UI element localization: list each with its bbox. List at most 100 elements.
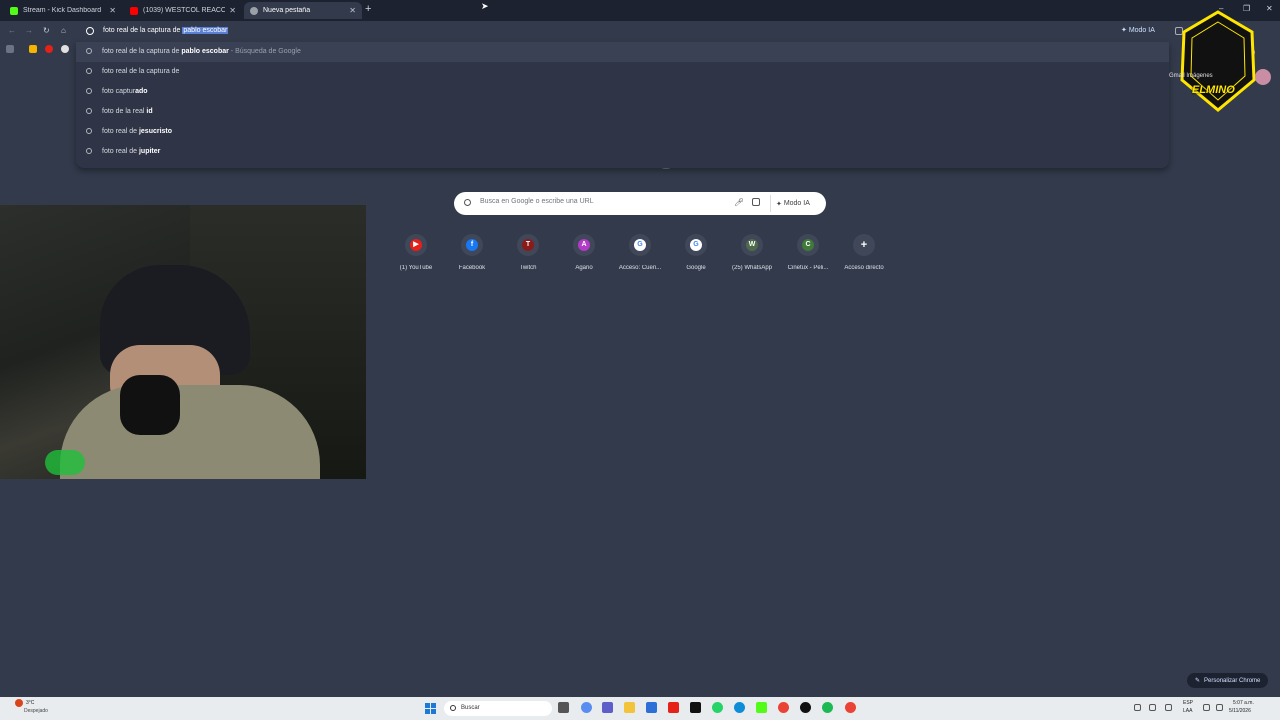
omnibox-input[interactable]: foto real de la captura de pablo escobar (103, 27, 229, 34)
tab-youtube[interactable]: (1039) WESTCOL REACCIONA A ✕ (124, 2, 242, 19)
shortcut-label: Acceso directo (844, 265, 884, 271)
search-placeholder: Busca en Google o escribe una URL (480, 198, 594, 205)
close-window-icon[interactable]: ✕ (1266, 4, 1273, 13)
omnibox-typed: foto real de la captura de (103, 27, 183, 34)
shortcut-whatsapp[interactable]: W (25) WhatsApp (724, 233, 780, 275)
suggestion-bold: pablo escobar (181, 48, 229, 55)
close-icon[interactable]: ✕ (109, 6, 116, 15)
nvidia-icon[interactable] (756, 702, 767, 713)
shortcut-cinetux[interactable]: C Cinetux - Peli... (780, 233, 836, 275)
google-bookmark-icon[interactable] (61, 45, 69, 53)
wifi-icon[interactable] (1203, 704, 1210, 711)
apps-icon[interactable] (6, 45, 14, 53)
suggestion-text: foto de la real (102, 108, 147, 115)
suggestion-bold: jesucristo (138, 128, 173, 135)
tray-app-icon[interactable] (1149, 704, 1156, 711)
suggestion-item[interactable]: foto real de jupiter (76, 142, 1169, 162)
edge-icon[interactable] (734, 702, 745, 713)
weather-description: Despejado (24, 708, 48, 714)
whatsapp-app-icon[interactable] (712, 702, 723, 713)
forward-icon[interactable]: → (25, 26, 33, 35)
shortcut-facebook[interactable]: f Facebook (444, 233, 500, 275)
chrome-icon (250, 6, 258, 15)
new-tab-button[interactable]: + (365, 3, 371, 15)
google-icon (86, 27, 94, 35)
weather-temperature: 3°C (26, 700, 35, 706)
shortcut-google[interactable]: G Google (668, 233, 724, 275)
tiktok-icon[interactable] (690, 702, 701, 713)
customize-chrome-button[interactable]: ✎ Personalizar Chrome (1187, 673, 1269, 688)
shortcut-twitch[interactable]: T Twitch (500, 233, 556, 275)
chrome-active-icon[interactable] (845, 702, 856, 713)
chrome-taskbar-icon[interactable] (778, 702, 789, 713)
tab-strip: Stream - Kick Dashboard ✕ (1039) WESTCOL… (0, 0, 1280, 21)
suggestion-item[interactable]: foto real de la captura de pablo escobar… (76, 42, 1169, 62)
search-icon (86, 48, 92, 54)
taskbar-search[interactable]: Buscar (444, 701, 552, 716)
taskbar-search-label: Buscar (461, 705, 480, 711)
suggestion-text: foto real de (102, 128, 139, 135)
shortcut-agario[interactable]: A Agario (556, 233, 612, 275)
back-icon[interactable]: ← (8, 26, 16, 35)
tab-kick-dashboard[interactable]: Stream - Kick Dashboard ✕ (4, 2, 122, 19)
shortcut-add[interactable]: + Acceso directo (836, 233, 892, 275)
copilot-icon[interactable] (581, 702, 592, 713)
teams-icon[interactable] (602, 702, 613, 713)
reload-icon[interactable]: ↻ (43, 26, 50, 35)
tab-title: Stream - Kick Dashboard (23, 7, 102, 14)
bookmark-icon[interactable] (29, 45, 37, 53)
shortcut-youtube[interactable]: ▶ (1) YouTube (388, 233, 444, 275)
webcam-shirt (60, 385, 320, 479)
shortcut-label: (25) WhatsApp (731, 265, 773, 271)
shortcut-label: (1) YouTube (399, 265, 433, 271)
home-icon[interactable]: ⌂ (61, 26, 66, 35)
tray-network-icon[interactable] (1165, 704, 1172, 711)
gmail-images-links[interactable]: Gmail Imágenes (1169, 73, 1213, 79)
tray-chevron-icon[interactable] (1134, 704, 1141, 711)
clock-date[interactable]: 5/11/2026 (1229, 708, 1251, 714)
windows-start-icon[interactable] (425, 703, 436, 714)
spotify-icon[interactable] (822, 702, 833, 713)
file-explorer-icon[interactable] (624, 702, 635, 713)
shortcut-label: Agario (575, 265, 593, 271)
store-icon[interactable] (646, 702, 657, 713)
shortcut-label: Google (686, 265, 706, 271)
modo-ia-button[interactable]: ✦ Modo IA (770, 195, 815, 212)
suggestion-item[interactable]: foto real de la captura de (76, 62, 1169, 82)
logo-text: ELMINO (1192, 84, 1235, 96)
google-search-box[interactable]: Busca en Google o escribe una URL 🎤︎ ✦ M… (454, 192, 826, 215)
modo-ia-label: Modo IA (783, 200, 810, 207)
lens-icon[interactable] (752, 198, 760, 206)
youtube-icon (130, 6, 138, 15)
suggestion-item[interactable]: foto de la real id (76, 102, 1169, 122)
volume-icon[interactable] (1216, 704, 1223, 711)
modo-ia-button[interactable]: ✦ Modo IA (1121, 26, 1155, 34)
account-avatar[interactable] (1255, 69, 1271, 85)
suggestion-item[interactable]: foto capturado (76, 82, 1169, 102)
suggestion-source: - Búsqueda de Google (228, 48, 301, 55)
twitch-icon: T (522, 239, 534, 251)
close-icon[interactable]: ✕ (229, 6, 236, 15)
language-indicator[interactable]: ESP (1183, 700, 1193, 706)
suggestion-text: foto captur (102, 88, 136, 95)
tab-nueva-pestana[interactable]: Nueva pestaña ✕ (244, 2, 362, 19)
google-icon: G (634, 239, 646, 251)
close-icon[interactable]: ✕ (349, 6, 356, 15)
streamer-logo (1180, 10, 1256, 112)
shortcut-acceso-cuenta[interactable]: G Acceso: Cuen... (612, 233, 668, 275)
weather-icon[interactable] (15, 699, 23, 707)
task-view-icon[interactable] (558, 702, 569, 713)
webcam-microphone (120, 375, 180, 435)
suggestion-bold: jupiter (138, 148, 161, 155)
search-icon (86, 68, 92, 74)
microphone-icon[interactable]: 🎤︎ (734, 198, 744, 207)
obs-icon[interactable] (800, 702, 811, 713)
clock-time[interactable]: 5:07 a.m. (1233, 700, 1254, 706)
browser-toolbar: ← → ↻ ⌂ foto real de la captura de pablo… (0, 21, 1280, 57)
youtube-bookmark-icon[interactable] (45, 45, 53, 53)
windows-taskbar: 3°C Despejado Buscar ESP LAA 5:07 a.m. 5… (0, 697, 1280, 720)
modo-ia-label: Modo IA (1128, 27, 1155, 34)
shortcut-label: Acceso: Cuen... (618, 265, 662, 271)
suggestion-item[interactable]: foto real de jesucristo (76, 122, 1169, 142)
youtube-app-icon[interactable] (668, 702, 679, 713)
